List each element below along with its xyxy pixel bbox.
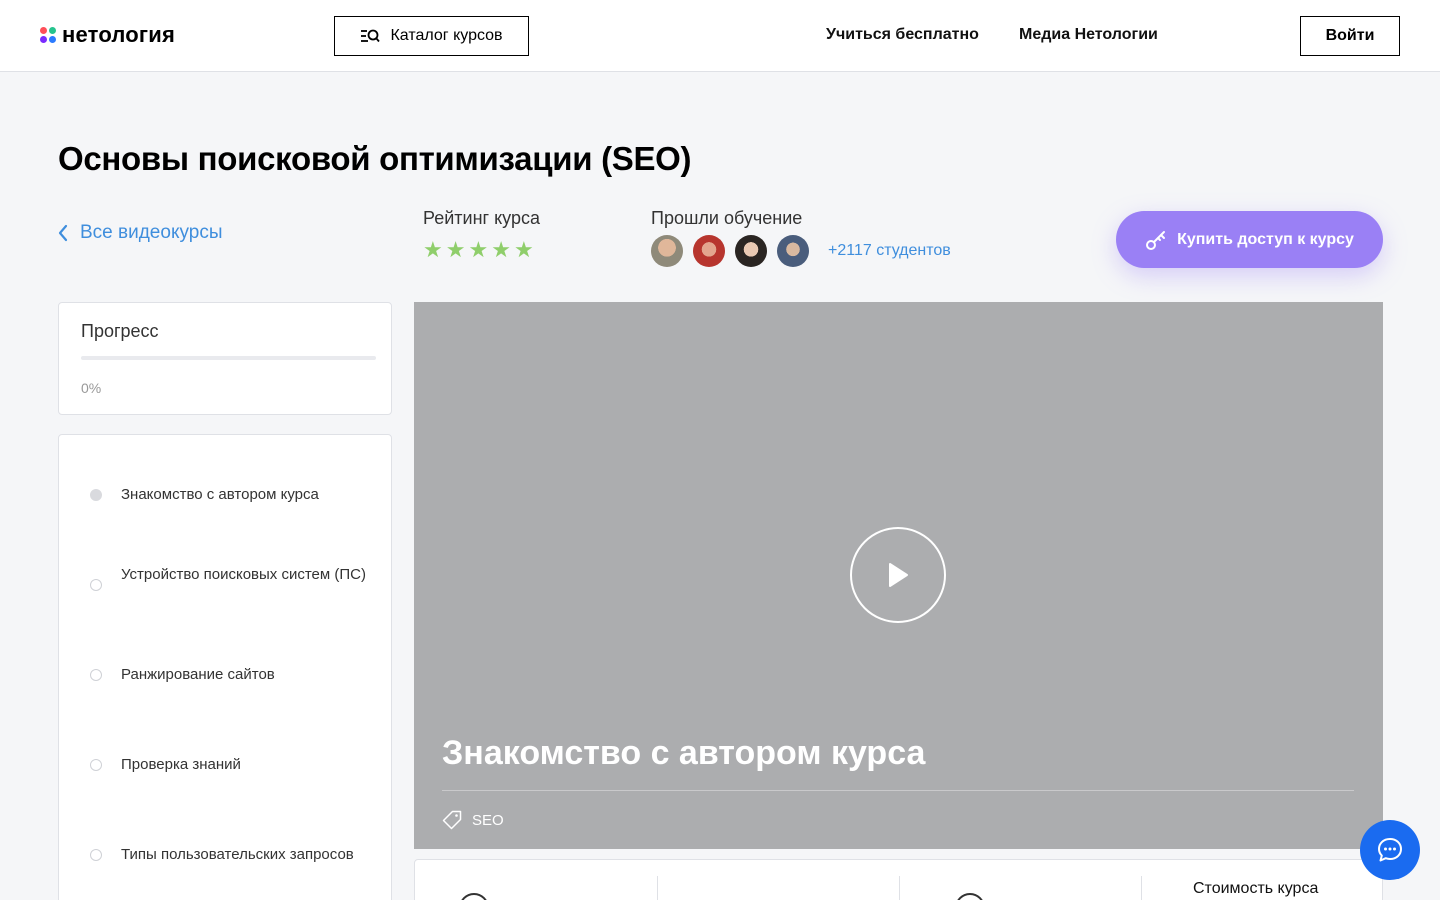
progress-card: Прогресс 0% <box>58 302 392 415</box>
buy-access-label: Купить доступ к курсу <box>1177 230 1354 248</box>
lesson-item[interactable]: Проверка знаний <box>59 755 391 775</box>
star-icon: ★ <box>491 237 511 262</box>
video-divider <box>442 790 1354 791</box>
star-icon: ★ <box>513 237 534 262</box>
star-icon: ★ <box>423 237 443 262</box>
star-icon: ★ <box>468 237 489 262</box>
students-count-link[interactable]: +2117 студентов <box>828 242 951 260</box>
avatar <box>777 235 809 267</box>
logo-icon <box>40 27 56 43</box>
divider <box>1141 876 1142 900</box>
info-icon <box>955 893 985 900</box>
divider <box>899 876 900 900</box>
lesson-item[interactable]: Знакомство с автором курса <box>59 485 391 505</box>
video-title: Знакомство с автором курса <box>442 734 926 772</box>
nav-media[interactable]: Медиа Нетологии <box>1019 26 1158 44</box>
chevron-left-icon <box>58 224 68 242</box>
nav-learn-free[interactable]: Учиться бесплатно <box>826 26 979 44</box>
avatar <box>735 235 767 267</box>
back-to-courses-link[interactable]: Все видеокурсы <box>58 222 222 244</box>
lesson-label: Устройство поисковых систем (ПС) <box>121 566 366 583</box>
student-avatars <box>651 235 809 267</box>
video-tag[interactable]: SEO <box>442 810 504 830</box>
buy-access-button[interactable]: Купить доступ к курсу <box>1116 211 1383 268</box>
lesson-label: Знакомство с автором курса <box>121 486 319 503</box>
catalog-button[interactable]: Каталог курсов <box>334 16 529 56</box>
progress-title: Прогресс <box>81 321 159 341</box>
logo-text: нетология <box>62 22 176 47</box>
lesson-label: Проверка знаний <box>121 756 241 773</box>
catalog-label: Каталог курсов <box>390 27 503 44</box>
key-icon <box>1146 230 1166 250</box>
progress-bar <box>81 356 376 360</box>
lessons-list: Знакомство с автором курса Устройство по… <box>58 434 392 900</box>
back-link-label: Все видеокурсы <box>80 222 223 243</box>
lesson-status-icon <box>90 849 102 861</box>
video-player[interactable]: Знакомство с автором курса SEO <box>414 302 1383 849</box>
divider <box>657 876 658 900</box>
course-cost-label: Стоимость курса <box>1193 880 1319 897</box>
lesson-item[interactable]: Устройство поисковых систем (ПС) <box>59 565 391 605</box>
lesson-status-icon <box>90 759 102 771</box>
tag-icon <box>442 810 462 830</box>
catalog-search-icon <box>361 29 381 43</box>
chat-button[interactable] <box>1360 820 1420 880</box>
chat-icon <box>1378 838 1402 862</box>
play-button[interactable] <box>850 527 946 623</box>
star-icon: ★ <box>445 237 466 262</box>
site-header: нетология Каталог курсов Учиться бесплат… <box>0 0 1440 72</box>
avatar <box>693 235 725 267</box>
lesson-status-icon <box>90 489 102 501</box>
play-icon <box>889 563 908 587</box>
lesson-label: Типы пользовательских запросов <box>121 846 354 863</box>
progress-percent: 0% <box>81 380 102 396</box>
lesson-status-icon <box>90 579 102 591</box>
logo[interactable]: нетология <box>40 22 175 48</box>
lesson-item[interactable]: Ранжирование сайтов <box>59 665 391 685</box>
login-button[interactable]: Войти <box>1300 16 1400 56</box>
rating-label: Рейтинг курса <box>423 208 540 228</box>
lesson-status-icon <box>90 669 102 681</box>
lesson-item[interactable]: Типы пользовательских запросов <box>59 845 391 865</box>
video-tag-label: SEO <box>472 811 504 829</box>
course-info-card: Стоимость курса <box>414 859 1383 900</box>
passed-label: Прошли обучение <box>651 208 803 228</box>
info-icon <box>459 893 489 900</box>
avatar <box>651 235 683 267</box>
lesson-label: Ранжирование сайтов <box>121 666 275 683</box>
page-title: Основы поисковой оптимизации (SEO) <box>58 140 692 177</box>
rating-stars: ★ ★ ★ ★ ★ <box>423 238 534 262</box>
